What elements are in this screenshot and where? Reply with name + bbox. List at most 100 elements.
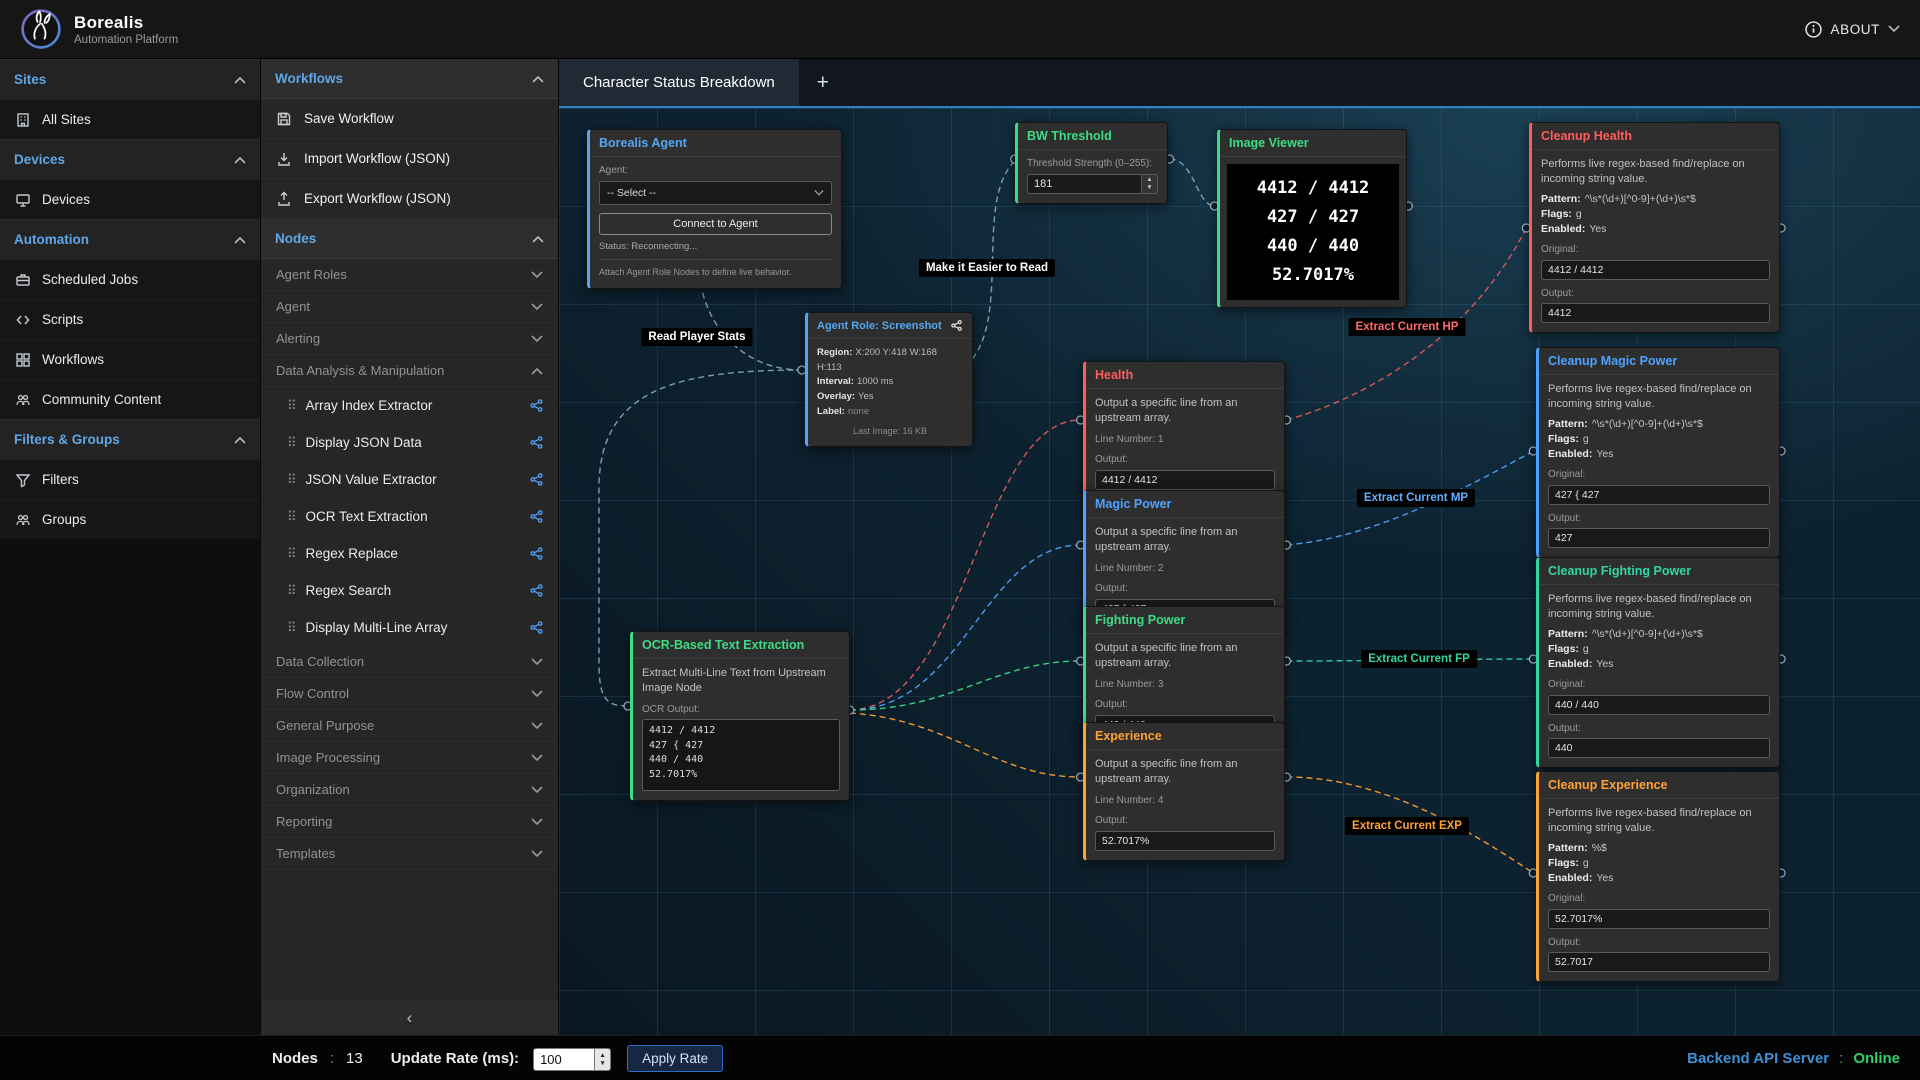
- node-graph-icon[interactable]: [529, 509, 544, 524]
- palette-node-regex-replace[interactable]: ⠿ Regex Replace: [261, 535, 558, 572]
- node-description: Performs live regex-based find/replace o…: [1541, 157, 1770, 187]
- apply-rate-button[interactable]: Apply Rate: [627, 1045, 723, 1072]
- enabled-row: Enabled:Yes: [1548, 871, 1770, 885]
- palette-node-display-multi-line-array[interactable]: ⠿ Display Multi-Line Array: [261, 609, 558, 646]
- new-tab-button[interactable]: +: [799, 59, 847, 106]
- sidebar-item-filters[interactable]: Filters: [0, 459, 260, 499]
- drag-handle-icon[interactable]: ⠿: [287, 620, 297, 636]
- palette-node-label: Display JSON Data: [306, 435, 422, 450]
- node-graph-icon[interactable]: [529, 620, 544, 635]
- field-label: Enabled:: [1548, 872, 1592, 884]
- output-input[interactable]: [1095, 470, 1275, 490]
- node-image-viewer[interactable]: Image Viewer 4412 / 4412 427 / 427 440 /…: [1217, 129, 1407, 308]
- sidebar-section-automation[interactable]: Automation: [0, 219, 260, 259]
- agent-status: Status: Reconnecting...: [599, 241, 832, 254]
- sidebar-item-scheduled-jobs[interactable]: Scheduled Jobs: [0, 259, 260, 299]
- category-data-analysis[interactable]: Data Analysis & Manipulation: [261, 355, 558, 387]
- node-cleanup-experience[interactable]: Cleanup Experience Performs live regex-b…: [1536, 771, 1780, 982]
- output-input[interactable]: [1548, 528, 1770, 548]
- sidebar-item-devices[interactable]: Devices: [0, 179, 260, 219]
- node-cleanup-health[interactable]: Cleanup Health Performs live regex-based…: [1529, 122, 1780, 333]
- sidebar-section-filters-groups[interactable]: Filters & Groups: [0, 419, 260, 459]
- category-reporting[interactable]: Reporting: [261, 806, 558, 838]
- share-icon[interactable]: [950, 319, 963, 332]
- drag-handle-icon[interactable]: ⠿: [287, 472, 297, 488]
- spinner-icon[interactable]: ▲▼: [594, 1048, 611, 1071]
- workflow-canvas[interactable]: Borealis Agent Agent: -- Select -- Conne…: [559, 108, 1920, 1035]
- field-value: %$: [1592, 842, 1607, 854]
- update-rate-input[interactable]: [533, 1048, 594, 1071]
- sidebar-section-devices[interactable]: Devices: [0, 139, 260, 179]
- category-label: Organization: [276, 782, 350, 797]
- palette-node-array-index-extractor[interactable]: ⠿ Array Index Extractor: [261, 387, 558, 424]
- sidebar-item-groups[interactable]: Groups: [0, 499, 260, 539]
- output-input[interactable]: [1541, 303, 1770, 323]
- node-graph-icon[interactable]: [529, 435, 544, 450]
- category-agent[interactable]: Agent: [261, 291, 558, 323]
- node-title-text: Agent Role: Screenshot: [817, 320, 942, 332]
- sidebar-item-workflows[interactable]: Workflows: [0, 339, 260, 379]
- nodes-header[interactable]: Nodes: [261, 219, 558, 259]
- node-agent-role-screenshot[interactable]: Agent Role: Screenshot Region:X:200 Y:41…: [805, 312, 973, 447]
- category-general-purpose[interactable]: General Purpose: [261, 710, 558, 742]
- connect-to-agent-button[interactable]: Connect to Agent: [599, 213, 832, 235]
- palette-node-json-value-extractor[interactable]: ⠿ JSON Value Extractor: [261, 461, 558, 498]
- sidebar-section-sites[interactable]: Sites: [0, 59, 260, 99]
- drag-handle-icon[interactable]: ⠿: [287, 398, 297, 414]
- sidebar-item-label: Scripts: [42, 312, 83, 327]
- sidebar-item-all-sites[interactable]: All Sites: [0, 99, 260, 139]
- output-input[interactable]: [1095, 831, 1275, 851]
- pattern-row: Pattern:%$: [1548, 841, 1770, 855]
- category-label: Reporting: [276, 814, 332, 829]
- palette-node-display-json-data[interactable]: ⠿ Display JSON Data: [261, 424, 558, 461]
- node-borealis-agent[interactable]: Borealis Agent Agent: -- Select -- Conne…: [587, 129, 842, 289]
- node-cleanup-fighting-power[interactable]: Cleanup Fighting Power Performs live reg…: [1536, 557, 1780, 768]
- drag-handle-icon[interactable]: ⠿: [287, 435, 297, 451]
- node-ocr-text-extraction[interactable]: OCR-Based Text Extraction Extract Multi-…: [630, 631, 850, 801]
- node-graph-icon[interactable]: [529, 583, 544, 598]
- agent-select[interactable]: -- Select --: [599, 181, 832, 205]
- sidebar-item-community-content[interactable]: Community Content: [0, 379, 260, 419]
- category-agent-roles[interactable]: Agent Roles: [261, 259, 558, 291]
- original-input[interactable]: [1548, 485, 1770, 505]
- category-data-collection[interactable]: Data Collection: [261, 646, 558, 678]
- tab-character-status-breakdown[interactable]: Character Status Breakdown: [559, 59, 799, 106]
- spinner-icon[interactable]: ▲▼: [1141, 174, 1158, 194]
- node-graph-icon[interactable]: [529, 472, 544, 487]
- drag-handle-icon[interactable]: ⠿: [287, 509, 297, 525]
- original-input[interactable]: [1548, 909, 1770, 929]
- output-input[interactable]: [1548, 738, 1770, 758]
- briefcase-icon: [15, 272, 31, 288]
- node-experience[interactable]: Experience Output a specific line from a…: [1083, 722, 1285, 861]
- node-title: Magic Power: [1086, 491, 1284, 518]
- save-workflow-button[interactable]: Save Workflow: [261, 99, 558, 139]
- original-input[interactable]: [1548, 695, 1770, 715]
- node-graph-icon[interactable]: [529, 546, 544, 561]
- import-workflow-button[interactable]: Import Workflow (JSON): [261, 139, 558, 179]
- original-input[interactable]: [1541, 260, 1770, 280]
- sidebar-item-scripts[interactable]: Scripts: [0, 299, 260, 339]
- workflows-header[interactable]: Workflows: [261, 59, 558, 99]
- category-organization[interactable]: Organization: [261, 774, 558, 806]
- about-menu[interactable]: ABOUT: [1805, 21, 1900, 38]
- node-graph-icon[interactable]: [529, 398, 544, 413]
- node-cleanup-magic-power[interactable]: Cleanup Magic Power Performs live regex-…: [1536, 347, 1780, 558]
- category-image-processing[interactable]: Image Processing: [261, 742, 558, 774]
- export-workflow-button[interactable]: Export Workflow (JSON): [261, 179, 558, 219]
- ocr-output-textarea[interactable]: 4412 / 4412 427 { 427 440 / 440 52.7017%: [642, 719, 840, 791]
- node-bw-threshold[interactable]: BW Threshold Threshold Strength (0–255):…: [1015, 122, 1168, 204]
- collapse-panel-button[interactable]: ‹: [261, 1001, 558, 1035]
- category-flow-control[interactable]: Flow Control: [261, 678, 558, 710]
- chevron-up-icon: [234, 76, 246, 84]
- node-health[interactable]: Health Output a specific line from an up…: [1083, 361, 1285, 500]
- palette-node-label: Regex Replace: [306, 546, 398, 561]
- threshold-input[interactable]: [1027, 174, 1141, 194]
- last-image-size: Last Image: 16 KB: [817, 425, 963, 437]
- category-alerting[interactable]: Alerting: [261, 323, 558, 355]
- category-templates[interactable]: Templates: [261, 838, 558, 870]
- palette-node-ocr-text-extraction[interactable]: ⠿ OCR Text Extraction: [261, 498, 558, 535]
- palette-node-regex-search[interactable]: ⠿ Regex Search: [261, 572, 558, 609]
- drag-handle-icon[interactable]: ⠿: [287, 546, 297, 562]
- drag-handle-icon[interactable]: ⠿: [287, 583, 297, 599]
- output-input[interactable]: [1548, 952, 1770, 972]
